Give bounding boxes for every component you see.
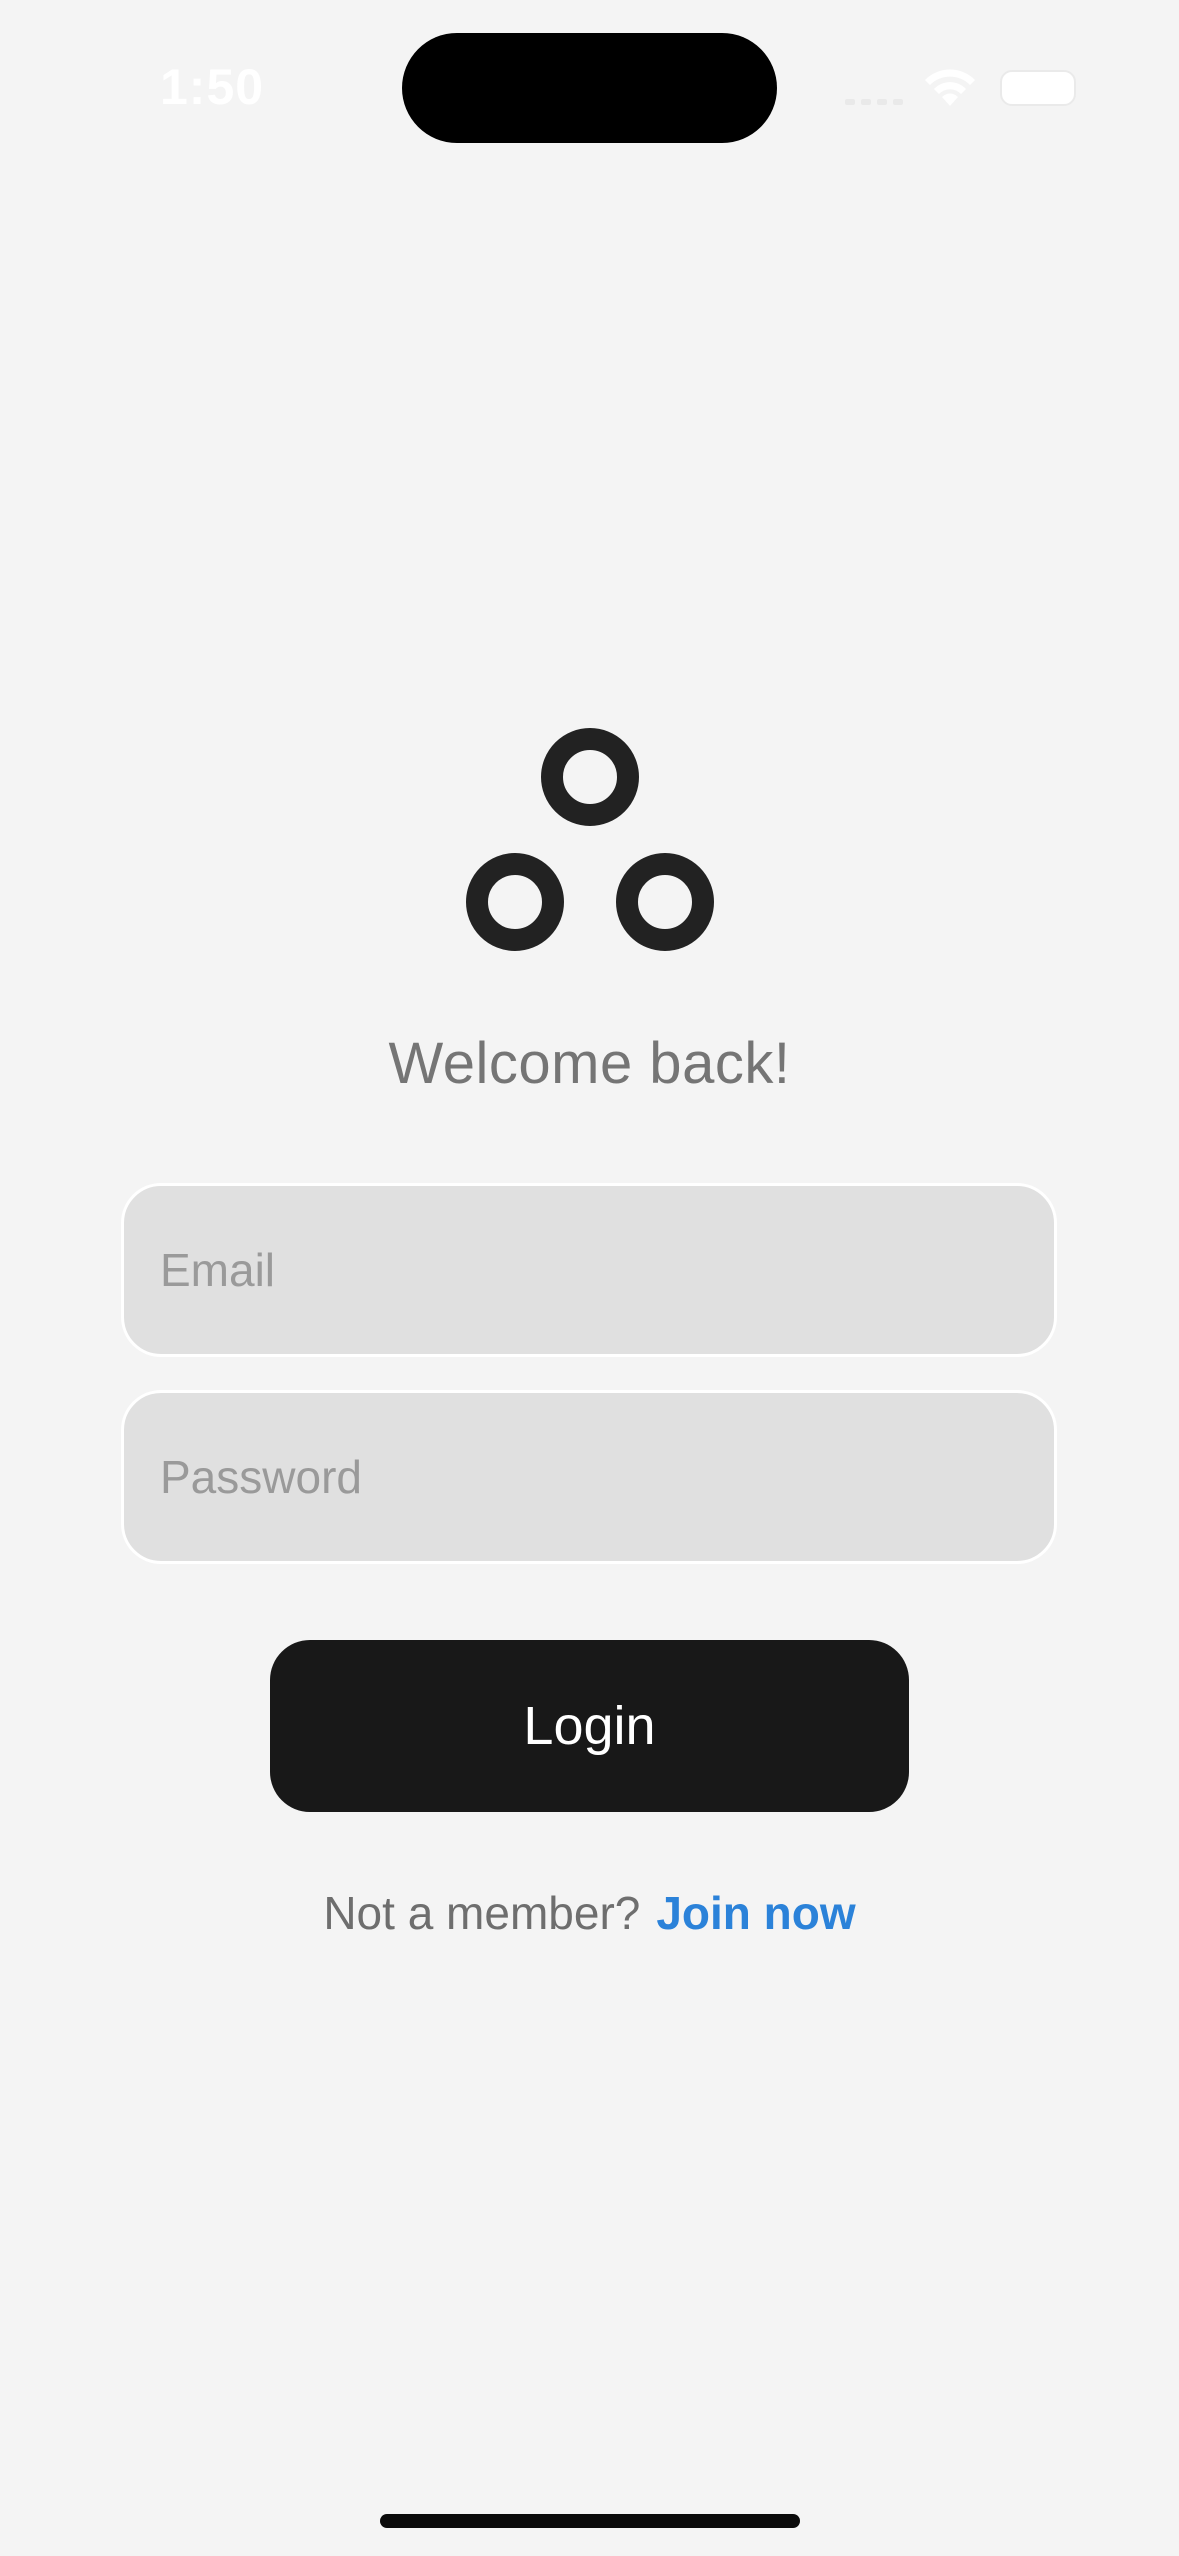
signup-row: Not a member? Join now [0,1886,1179,1940]
welcome-heading: Welcome back! [388,1031,791,1096]
password-input[interactable] [158,1449,1054,1505]
wifi-icon [925,69,975,106]
home-indicator[interactable] [380,2514,800,2528]
dynamic-island [402,33,777,143]
three-rings-logo-icon [466,728,714,951]
join-now-link[interactable]: Join now [656,1887,855,1939]
password-field-container[interactable] [121,1390,1057,1564]
email-input[interactable] [158,1242,1054,1298]
status-time: 1:50 [160,59,265,115]
login-button[interactable]: Login [270,1640,909,1812]
email-field-container[interactable] [121,1183,1057,1357]
battery-icon [1000,70,1076,106]
cellular-signal-icon [845,95,905,105]
signup-prompt: Not a member? [323,1887,641,1939]
